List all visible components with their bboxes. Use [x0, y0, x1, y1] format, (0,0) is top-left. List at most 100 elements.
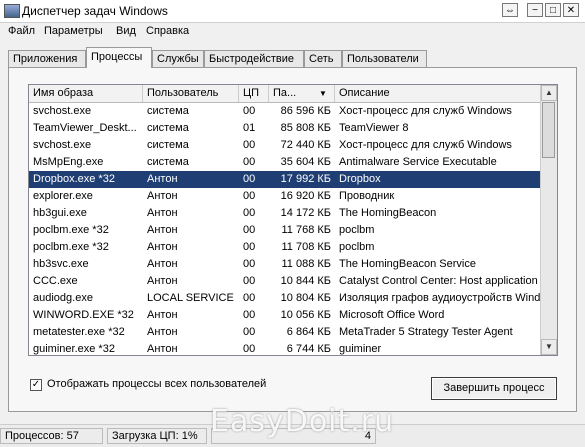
cell-description: poclbm: [339, 224, 375, 236]
cell-description: TeamViewer 8: [339, 122, 409, 134]
end-process-button[interactable]: Завершить процесс: [431, 377, 557, 400]
cell-cpu: 00: [243, 326, 256, 338]
cell-description: guiminer: [339, 343, 382, 355]
cell-cpu: 00: [243, 156, 256, 168]
tab-processes[interactable]: Процессы: [86, 47, 152, 68]
header-image-name[interactable]: Имя образа: [29, 85, 143, 102]
cell-cpu: 00: [243, 292, 256, 304]
sort-down-icon: ▼: [319, 89, 327, 98]
cell-image-name: hb3svc.exe: [33, 258, 89, 270]
table-row[interactable]: poclbm.exe *32 Антон 00 11 708 КБ poclbm: [29, 239, 542, 256]
cell-image-name: TeamViewer_Deskt...: [33, 122, 137, 134]
table-row[interactable]: guiminer.exe *32 Антон 00 6 744 КБ guiminer: [29, 341, 542, 355]
cell-image-name: svchost.exe: [33, 105, 92, 117]
cell-image-name: CCC.exe: [33, 275, 78, 287]
cell-cpu: 00: [243, 309, 256, 321]
tab-applications[interactable]: Приложения: [8, 50, 86, 67]
tab-services[interactable]: Службы: [152, 50, 204, 67]
table-row[interactable]: Dropbox.exe *32 Антон 00 17 992 КБ Dropbox: [29, 171, 542, 188]
process-list[interactable]: Имя образа Пользователь ЦП Па... ▼ Описа…: [28, 84, 558, 356]
show-all-users-label: Отображать процессы всех пользователей: [47, 378, 267, 390]
tab-performance[interactable]: Быстродействие: [204, 50, 304, 67]
cell-memory: 86 596 КБ: [280, 105, 331, 117]
cell-user: Антон: [147, 275, 178, 287]
header-memory[interactable]: Па... ▼: [269, 85, 335, 102]
cell-description: Catalyst Control Center: Host applicatio…: [339, 275, 538, 287]
table-row[interactable]: hb3gui.exe Антон 00 14 172 КБ The HomingBeac…: [29, 205, 542, 222]
menu-view[interactable]: Вид: [116, 25, 136, 37]
cell-description: Microsoft Office Word: [339, 309, 445, 321]
cell-memory: 10 804 КБ: [280, 292, 331, 304]
cell-description: Изоляция графов аудиоустройств Windo: [339, 292, 542, 304]
scroll-down-icon[interactable]: ▼: [541, 339, 557, 355]
table-row[interactable]: poclbm.exe *32 Антон 00 11 768 КБ poclbm: [29, 222, 542, 239]
cell-cpu: 00: [243, 139, 256, 151]
table-row[interactable]: explorer.exe Антон 00 16 920 КБ Проводник: [29, 188, 542, 205]
cell-cpu: 00: [243, 224, 256, 236]
cell-image-name: audiodg.exe: [33, 292, 93, 304]
cell-memory: 85 808 КБ: [280, 122, 331, 134]
table-row[interactable]: TeamViewer_Deskt... система 01 85 808 КБ Tea…: [29, 120, 542, 137]
cell-memory: 16 920 КБ: [280, 190, 331, 202]
cell-description: The HomingBeacon Service: [339, 258, 476, 270]
cell-image-name: svchost.exe: [33, 139, 92, 151]
table-row[interactable]: svchost.exe система 00 86 596 КБ Хост-процес…: [29, 103, 542, 120]
watermark-text: EasyDoit.ru: [210, 404, 395, 439]
table-row[interactable]: WINWORD.EXE *32 Антон 00 10 056 КБ Microsoft…: [29, 307, 542, 324]
table-row[interactable]: hb3svc.exe Антон 00 11 088 КБ The HomingBeac…: [29, 256, 542, 273]
header-memory-label: Па...: [273, 87, 297, 99]
cell-image-name: guiminer.exe *32: [33, 343, 115, 355]
cell-user: Антон: [147, 309, 178, 321]
minimize-button[interactable]: −: [527, 3, 543, 17]
task-manager-icon: [4, 4, 20, 18]
table-row[interactable]: audiodg.exe LOCAL SERVICE 00 10 804 КБ Изоля…: [29, 290, 542, 307]
menu-options[interactable]: Параметры: [44, 25, 103, 37]
show-all-users-checkbox[interactable]: ✓: [30, 379, 42, 391]
cell-memory: 10 844 КБ: [280, 275, 331, 287]
cell-image-name: poclbm.exe *32: [33, 241, 109, 253]
cell-memory: 6 864 КБ: [286, 326, 331, 338]
cell-memory: 10 056 КБ: [280, 309, 331, 321]
header-description[interactable]: Описание: [335, 85, 542, 102]
cell-user: LOCAL SERVICE: [147, 292, 234, 304]
cell-user: система: [147, 122, 189, 134]
tab-users[interactable]: Пользователи: [342, 50, 427, 67]
menu-help[interactable]: Справка: [146, 25, 189, 37]
cell-user: система: [147, 139, 189, 151]
maximize-button[interactable]: □: [545, 3, 561, 17]
table-row[interactable]: MsMpEng.exe система 00 35 604 КБ Antimalware…: [29, 154, 542, 171]
task-manager-window: Диспетчер задач Windows ⇔ − □ ✕ Файл Пар…: [0, 0, 585, 447]
cell-user: Антон: [147, 326, 178, 338]
cell-image-name: explorer.exe: [33, 190, 93, 202]
table-row[interactable]: CCC.exe Антон 00 10 844 КБ Catalyst Control …: [29, 273, 542, 290]
cell-user: Антон: [147, 207, 178, 219]
scroll-up-icon[interactable]: ▲: [541, 85, 557, 101]
cell-image-name: Dropbox.exe *32: [33, 173, 115, 185]
cell-user: система: [147, 105, 189, 117]
menu-file[interactable]: Файл: [8, 25, 35, 37]
close-button[interactable]: ✕: [563, 3, 579, 17]
cell-memory: 35 604 КБ: [280, 156, 331, 168]
status-cpu-load: Загрузка ЦП: 1%: [107, 428, 207, 444]
cell-memory: 11 768 КБ: [281, 224, 331, 236]
cell-image-name: metatester.exe *32: [33, 326, 125, 338]
menu-bar: Файл Параметры Вид Справка: [0, 23, 585, 42]
cell-description: Хост-процесс для служб Windows: [339, 139, 512, 151]
cell-image-name: hb3gui.exe: [33, 207, 87, 219]
cell-user: Антон: [147, 241, 178, 253]
scroll-thumb[interactable]: [542, 102, 555, 158]
title-bar: Диспетчер задач Windows ⇔ − □ ✕: [0, 0, 585, 23]
cell-description: Antimalware Service Executable: [339, 156, 497, 168]
cell-memory: 6 744 КБ: [286, 343, 331, 355]
cell-user: Антон: [147, 173, 178, 185]
cell-cpu: 01: [243, 122, 256, 134]
tab-network[interactable]: Сеть: [304, 50, 342, 67]
header-user[interactable]: Пользователь: [143, 85, 239, 102]
table-row[interactable]: metatester.exe *32 Антон 00 6 864 КБ MetaTra…: [29, 324, 542, 341]
header-cpu[interactable]: ЦП: [239, 85, 269, 102]
restore-icon[interactable]: ⇔: [502, 3, 518, 17]
table-row[interactable]: svchost.exe система 00 72 440 КБ Хост-процес…: [29, 137, 542, 154]
vertical-scrollbar[interactable]: ▲ ▼: [540, 85, 557, 355]
cell-cpu: 00: [243, 275, 256, 287]
cell-description: poclbm: [339, 241, 375, 253]
